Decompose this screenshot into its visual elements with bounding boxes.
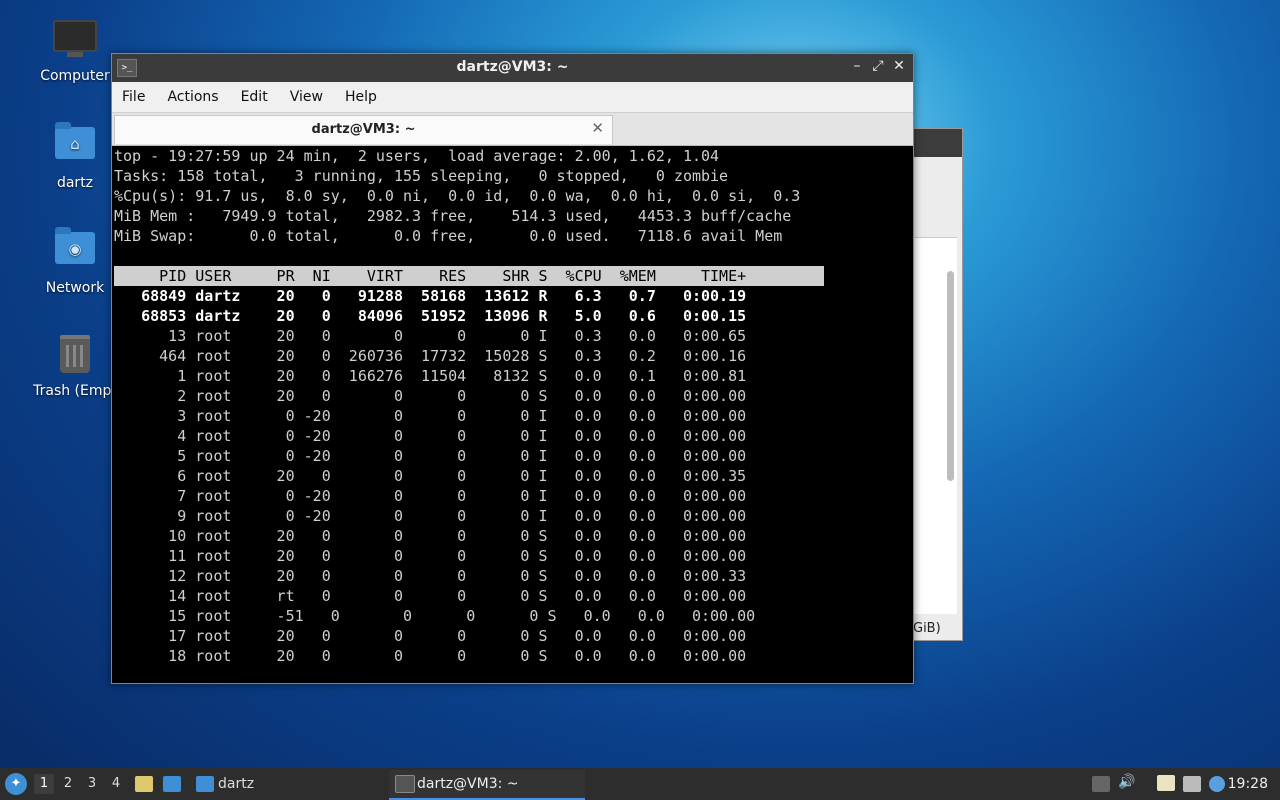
menu-bar: File Actions Edit View Help [112, 82, 913, 113]
menu-edit[interactable]: Edit [241, 89, 268, 105]
maximize-icon[interactable]: ⤢ [869, 58, 887, 74]
process-row: 5 root 0 -20 0 0 0 I 0.0 0.0 0:00.00 [114, 447, 747, 465]
process-row: 13 root 20 0 0 0 0 I 0.3 0.0 0:00.65 [114, 327, 747, 345]
background-window[interactable]: GiB) [912, 128, 963, 641]
volume-icon[interactable]: 🔊 [1118, 774, 1135, 790]
clock[interactable]: 19:28 [1228, 776, 1268, 792]
process-row: 18 root 20 0 0 0 0 S 0.0 0.0 0:00.00 [114, 647, 747, 665]
clipboard-icon[interactable] [1157, 775, 1175, 791]
workspace-2[interactable]: 2 [58, 774, 78, 794]
close-icon[interactable]: ✕ [890, 58, 908, 74]
terminal-icon [395, 775, 415, 793]
summary-line: top - 19:27:59 up 24 min, 2 users, load … [114, 147, 720, 165]
process-row: 9 root 0 -20 0 0 0 I 0.0 0.0 0:00.00 [114, 507, 747, 525]
menu-help[interactable]: Help [345, 89, 377, 105]
tab-close-icon[interactable]: ✕ [591, 119, 604, 137]
terminal-window[interactable]: >_ dartz@VM3: ~ – ⤢ ✕ File Actions Edit … [111, 53, 914, 684]
process-table-header: PID USER PR NI VIRT RES SHR S %CPU %MEM … [114, 266, 911, 286]
process-row: 464 root 20 0 260736 17732 15028 S 0.3 0… [114, 347, 747, 365]
process-row: 3 root 0 -20 0 0 0 I 0.0 0.0 0:00.00 [114, 407, 747, 425]
summary-line: MiB Mem : 7949.9 total, 2982.3 free, 514… [114, 207, 792, 225]
column-headers: PID USER PR NI VIRT RES SHR S %CPU %MEM … [114, 266, 824, 286]
trash-icon [53, 335, 97, 379]
notification-icon[interactable] [1209, 776, 1225, 792]
workspace-1[interactable]: 1 [34, 774, 54, 794]
start-menu-icon[interactable]: ✦ [5, 773, 27, 795]
process-row: 17 root 20 0 0 0 0 S 0.0 0.0 0:00.00 [114, 627, 747, 645]
process-row: 4 root 0 -20 0 0 0 I 0.0 0.0 0:00.00 [114, 427, 747, 445]
summary-line: Tasks: 158 total, 3 running, 155 sleepin… [114, 167, 729, 185]
process-row: 7 root 0 -20 0 0 0 I 0.0 0.0 0:00.00 [114, 487, 747, 505]
eject-icon[interactable] [1092, 776, 1110, 792]
titlebar[interactable]: >_ dartz@VM3: ~ – ⤢ ✕ [112, 54, 913, 82]
process-row: 11 root 20 0 0 0 0 S 0.0 0.0 0:00.00 [114, 547, 747, 565]
menu-actions[interactable]: Actions [167, 89, 218, 105]
process-row: 15 root -51 0 0 0 0 S 0.0 0.0 0:00.00 [114, 607, 756, 625]
process-row: 12 root 20 0 0 0 0 S 0.0 0.0 0:00.33 [114, 567, 747, 585]
process-row: 14 root rt 0 0 0 0 S 0.0 0.0 0:00.00 [114, 587, 747, 605]
workspace-3[interactable]: 3 [82, 774, 102, 794]
taskbar: ✦ 1 2 3 4 dartz dartz@VM3: ~ 🔊 19:28 [0, 768, 1280, 800]
process-row: 68853 dartz 20 0 84096 51952 13096 R 5.0… [114, 307, 747, 325]
home-folder-icon: ⌂ [53, 122, 97, 171]
summary-line: %Cpu(s): 91.7 us, 8.0 sy, 0.0 ni, 0.0 id… [114, 187, 801, 205]
folder-icon[interactable] [196, 776, 214, 792]
menu-view[interactable]: View [290, 89, 323, 105]
background-window-scrollbar[interactable] [947, 271, 954, 481]
process-row: 6 root 20 0 0 0 0 I 0.0 0.0 0:00.35 [114, 467, 747, 485]
tab-terminal[interactable]: dartz@VM3: ~ ✕ [114, 115, 613, 144]
background-window-titlebar[interactable] [913, 129, 962, 157]
network-icon[interactable] [1183, 776, 1201, 792]
process-row: 1 root 20 0 166276 11504 8132 S 0.0 0.1 … [114, 367, 747, 385]
terminal-output[interactable]: top - 19:27:59 up 24 min, 2 users, load … [114, 146, 911, 681]
tab-label: dartz@VM3: ~ [311, 122, 416, 137]
task-label: dartz@VM3: ~ [417, 776, 519, 792]
desktop-icon[interactable] [163, 776, 181, 792]
folder-launcher-label[interactable]: dartz [218, 776, 254, 792]
computer-icon [53, 20, 97, 64]
network-folder-icon: ◉ [53, 227, 97, 276]
summary-line: MiB Swap: 0.0 total, 0.0 free, 0.0 used.… [114, 227, 783, 245]
task-terminal[interactable]: dartz@VM3: ~ [389, 770, 585, 800]
process-row: 10 root 20 0 0 0 0 S 0.0 0.0 0:00.00 [114, 527, 747, 545]
background-window-size-text: GiB) [913, 621, 941, 636]
workspace-4[interactable]: 4 [106, 774, 126, 794]
process-row: 68849 dartz 20 0 91288 58168 13612 R 6.3… [114, 287, 747, 305]
menu-file[interactable]: File [122, 89, 145, 105]
minimize-icon[interactable]: – [848, 58, 866, 74]
tab-bar: dartz@VM3: ~ ✕ [112, 113, 913, 146]
process-row: 2 root 20 0 0 0 0 S 0.0 0.0 0:00.00 [114, 387, 747, 405]
window-title: dartz@VM3: ~ [456, 59, 569, 75]
notes-icon[interactable] [135, 776, 153, 792]
